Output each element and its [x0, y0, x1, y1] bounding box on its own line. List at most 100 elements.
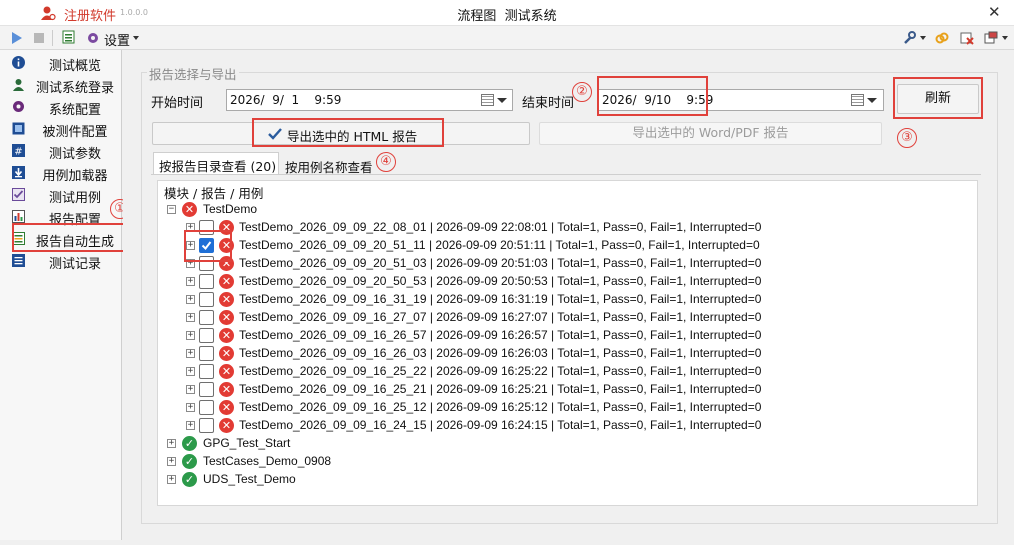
- start-time-value: 2026/ 9/ 1 9:59: [230, 93, 342, 107]
- report-checkbox[interactable]: [199, 418, 214, 433]
- report-row[interactable]: + ✕ TestDemo_2026_09_09_16_31_19 | 2026-09…: [158, 291, 958, 309]
- expand-icon[interactable]: +: [186, 331, 195, 340]
- report-checkbox[interactable]: [199, 364, 214, 379]
- chevron-down-icon[interactable]: [867, 98, 877, 103]
- expand-icon[interactable]: +: [186, 295, 195, 304]
- start-time-picker[interactable]: 2026/ 9/ 1 9:59: [226, 89, 513, 111]
- report-checkbox[interactable]: [199, 346, 214, 361]
- report-row[interactable]: + ✕ TestDemo_2026_09_09_20_50_53 | 2026-09…: [158, 273, 958, 291]
- annotation-marker-3: ③: [897, 128, 917, 148]
- calendar-icon[interactable]: [851, 94, 864, 106]
- tree-root-label: TestDemo: [203, 202, 258, 216]
- module-row-label: UDS_Test_Demo: [203, 472, 296, 486]
- report-row[interactable]: + ✕ TestDemo_2026_09_09_16_25_22 | 2026-09…: [158, 363, 958, 381]
- report-row[interactable]: + ✕ TestDemo_2026_09_09_16_24_15 | 2026-09…: [158, 417, 958, 435]
- report-config-icon: [12, 210, 25, 223]
- expand-icon[interactable]: +: [186, 313, 195, 322]
- module-row-label: GPG_Test_Start: [203, 436, 291, 450]
- highlight-box: [184, 230, 232, 262]
- report-row[interactable]: + ✕ TestDemo_2026_09_09_16_25_21 | 2026-09…: [158, 381, 958, 399]
- sidebar-item-system-config[interactable]: 系统配置: [6, 96, 120, 118]
- module-row[interactable]: + ✓ GPG_Test_Start: [158, 435, 958, 453]
- chevron-down-icon[interactable]: [920, 36, 926, 40]
- fail-status-icon: ✕: [219, 292, 234, 307]
- expand-icon[interactable]: +: [186, 349, 195, 358]
- sidebar-item-test-params[interactable]: # 测试参数: [6, 140, 120, 162]
- module-row[interactable]: + ✓ TestCases_Demo_0908: [158, 453, 958, 471]
- report-row[interactable]: + ✕ TestDemo_2026_09_09_16_26_03 | 2026-09…: [158, 345, 958, 363]
- sidebar-item-login[interactable]: 测试系统登录: [6, 74, 120, 96]
- title-bar: 注册软件 1.0.0.0 流程图 测试系统 ✕: [0, 0, 1014, 26]
- export-word-pdf-button[interactable]: 导出选中的 Word/PDF 报告: [539, 122, 882, 145]
- gear-icon[interactable]: [86, 31, 100, 45]
- expand-icon[interactable]: +: [186, 421, 195, 430]
- fail-status-icon: ✕: [219, 328, 234, 343]
- calendar-icon[interactable]: [481, 94, 494, 106]
- expand-icon[interactable]: +: [186, 385, 195, 394]
- link-icon[interactable]: [935, 31, 949, 45]
- close-icon[interactable]: ✕: [988, 3, 1001, 21]
- play-icon[interactable]: [10, 31, 24, 45]
- download-icon: [12, 166, 25, 179]
- report-row-label: TestDemo_2026_09_09_16_24_15 | 2026-09-0…: [239, 418, 762, 432]
- tree-root-node[interactable]: − ✕ TestDemo: [158, 201, 958, 219]
- report-checkbox[interactable]: [199, 400, 214, 415]
- sidebar-item-label: 测试概览: [48, 59, 101, 74]
- highlight-box: [893, 77, 983, 119]
- report-row-label: TestDemo_2026_09_09_16_31_19 | 2026-09-0…: [239, 292, 762, 306]
- highlight-box: [12, 223, 125, 252]
- chevron-down-icon[interactable]: [1002, 36, 1008, 40]
- fail-status-icon: ✕: [219, 310, 234, 325]
- sidebar-item-overview[interactable]: 测试概览: [6, 52, 120, 74]
- tab-divider: [151, 174, 981, 175]
- report-row-label: TestDemo_2026_09_09_20_50_53 | 2026-09-0…: [239, 274, 762, 288]
- pass-status-icon: ✓: [182, 472, 197, 487]
- report-row[interactable]: + ✕ TestDemo_2026_09_09_16_27_07 | 2026-09…: [158, 309, 958, 327]
- stop-icon[interactable]: [32, 31, 46, 45]
- report-row-label: TestDemo_2026_09_09_22_08_01 | 2026-09-0…: [239, 220, 762, 234]
- sidebar-item-test-records[interactable]: 测试记录: [6, 250, 120, 272]
- sidebar-item-label: 用例加载器: [42, 169, 108, 184]
- expand-icon[interactable]: +: [167, 439, 176, 448]
- expand-icon[interactable]: +: [186, 403, 195, 412]
- expand-icon[interactable]: +: [186, 367, 195, 376]
- report-row-label: TestDemo_2026_09_09_20_51_11 | 2026-09-0…: [239, 238, 760, 252]
- report-row[interactable]: + ✕ TestDemo_2026_09_09_20_51_03 | 2026-09…: [158, 255, 958, 273]
- sidebar-item-test-cases[interactable]: 测试用例: [6, 184, 120, 206]
- expand-icon[interactable]: +: [186, 277, 195, 286]
- report-checkbox[interactable]: [199, 292, 214, 307]
- report-row[interactable]: + ✕ TestDemo_2026_09_09_16_25_12 | 2026-09…: [158, 399, 958, 417]
- expand-icon[interactable]: +: [167, 475, 176, 484]
- chevron-down-icon[interactable]: [497, 98, 507, 103]
- expand-icon[interactable]: +: [167, 457, 176, 466]
- spreadsheet-icon[interactable]: [62, 30, 76, 44]
- fail-status-icon: ✕: [219, 346, 234, 361]
- collapse-icon[interactable]: −: [167, 205, 176, 214]
- sidebar-item-case-loader[interactable]: 用例加载器: [6, 162, 120, 184]
- report-checkbox[interactable]: [199, 274, 214, 289]
- report-checkbox[interactable]: [199, 382, 214, 397]
- report-row-label: TestDemo_2026_09_09_16_27_07 | 2026-09-0…: [239, 310, 762, 324]
- sidebar-item-dut-config[interactable]: 被测件配置: [6, 118, 120, 140]
- tab-by-report-dir[interactable]: 按报告目录查看 (20): [153, 152, 279, 175]
- settings-menu[interactable]: 设置: [104, 30, 130, 49]
- pass-status-icon: ✓: [182, 436, 197, 451]
- report-checkbox[interactable]: [199, 328, 214, 343]
- svg-text:#: #: [14, 147, 22, 158]
- report-row[interactable]: + ✕ TestDemo_2026_09_09_20_51_11 | 2026-09…: [158, 237, 958, 255]
- window-layout-icon[interactable]: [984, 31, 998, 45]
- fail-status-icon: ✕: [219, 382, 234, 397]
- highlight-box: [597, 76, 708, 116]
- close-doc-icon[interactable]: [960, 31, 974, 45]
- module-row[interactable]: + ✓ UDS_Test_Demo: [158, 471, 958, 489]
- fail-status-icon: ✕: [219, 274, 234, 289]
- report-row[interactable]: + ✕ TestDemo_2026_09_09_16_26_57 | 2026-09…: [158, 327, 958, 345]
- start-time-label: 开始时间: [151, 96, 204, 111]
- report-row[interactable]: + ✕ TestDemo_2026_09_09_22_08_01 | 2026-09…: [158, 219, 958, 237]
- report-row-label: TestDemo_2026_09_09_16_25_22 | 2026-09-0…: [239, 364, 762, 378]
- report-checkbox[interactable]: [199, 310, 214, 325]
- report-row-label: TestDemo_2026_09_09_16_25_21 | 2026-09-0…: [239, 382, 762, 396]
- wrench-icon[interactable]: [902, 31, 916, 45]
- chevron-down-icon[interactable]: [133, 36, 139, 40]
- user-icon: [13, 79, 24, 91]
